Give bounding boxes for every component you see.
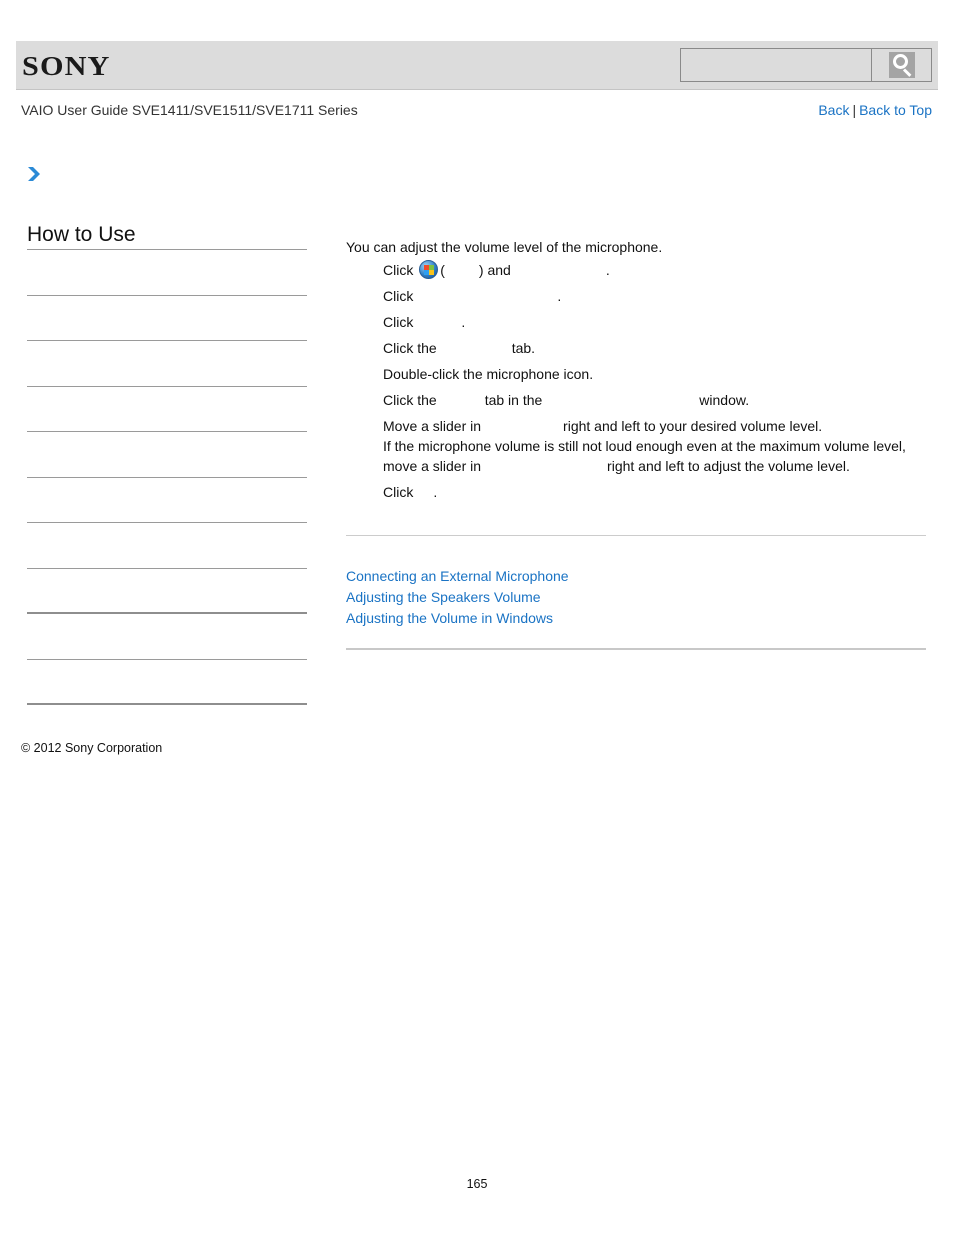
sidebar-item[interactable]: [27, 387, 307, 432]
sidebar-item[interactable]: [27, 569, 307, 614]
sidebar-title: How to Use: [27, 222, 307, 250]
back-link[interactable]: Back: [818, 102, 849, 118]
nav-separator: |: [852, 102, 857, 118]
page-number: 165: [466, 1177, 488, 1191]
related-link-external-microphone[interactable]: Connecting an External Microphone: [346, 566, 569, 587]
divider: [346, 648, 926, 650]
sidebar-item[interactable]: [27, 523, 307, 569]
sidebar-item[interactable]: [27, 614, 307, 660]
step-6: Click the tab in the window.: [383, 392, 750, 408]
divider: [346, 535, 926, 536]
step-4: Click the tab.: [383, 340, 536, 356]
steps-list: Click () and. Click. Click. Click the tab…: [346, 260, 926, 502]
sidebar-item[interactable]: [27, 478, 307, 523]
back-to-top-link[interactable]: Back to Top: [859, 102, 932, 118]
windows-start-icon: [419, 260, 439, 279]
search-box: [680, 48, 932, 82]
step-7: Move a slider in right and left to your d…: [383, 418, 906, 474]
search-input[interactable]: [681, 49, 872, 81]
chevron-right-icon[interactable]: [27, 166, 41, 182]
step-3: Click.: [383, 314, 466, 330]
main-content: You can adjust the volume level of the m…: [346, 238, 926, 508]
sidebar: How to Use: [27, 222, 307, 705]
step-2: Click.: [383, 288, 562, 304]
copyright: © 2012 Sony Corporation: [21, 741, 163, 755]
header-bar: SONY: [16, 41, 938, 90]
step-5: Double-click the microphone icon.: [383, 366, 594, 382]
step-1: Click () and.: [383, 260, 610, 279]
sidebar-item[interactable]: [27, 250, 307, 296]
search-icon: [889, 52, 915, 78]
related-link-volume-windows[interactable]: Adjusting the Volume in Windows: [346, 608, 569, 629]
related-topics: Connecting an External Microphone Adjust…: [346, 566, 569, 629]
sidebar-item[interactable]: [27, 296, 307, 341]
intro-text: You can adjust the volume level of the m…: [346, 239, 663, 255]
related-link-speakers-volume[interactable]: Adjusting the Speakers Volume: [346, 587, 569, 608]
sidebar-item[interactable]: [27, 660, 307, 705]
sidebar-item[interactable]: [27, 432, 307, 478]
guide-title: VAIO User Guide SVE1411/SVE1511/SVE1711 …: [21, 102, 358, 118]
search-button[interactable]: [872, 49, 931, 81]
step-8: Click.: [383, 484, 438, 500]
sony-logo: SONY: [22, 51, 111, 81]
top-nav-links: Back | Back to Top: [818, 102, 932, 118]
sidebar-item[interactable]: [27, 341, 307, 387]
